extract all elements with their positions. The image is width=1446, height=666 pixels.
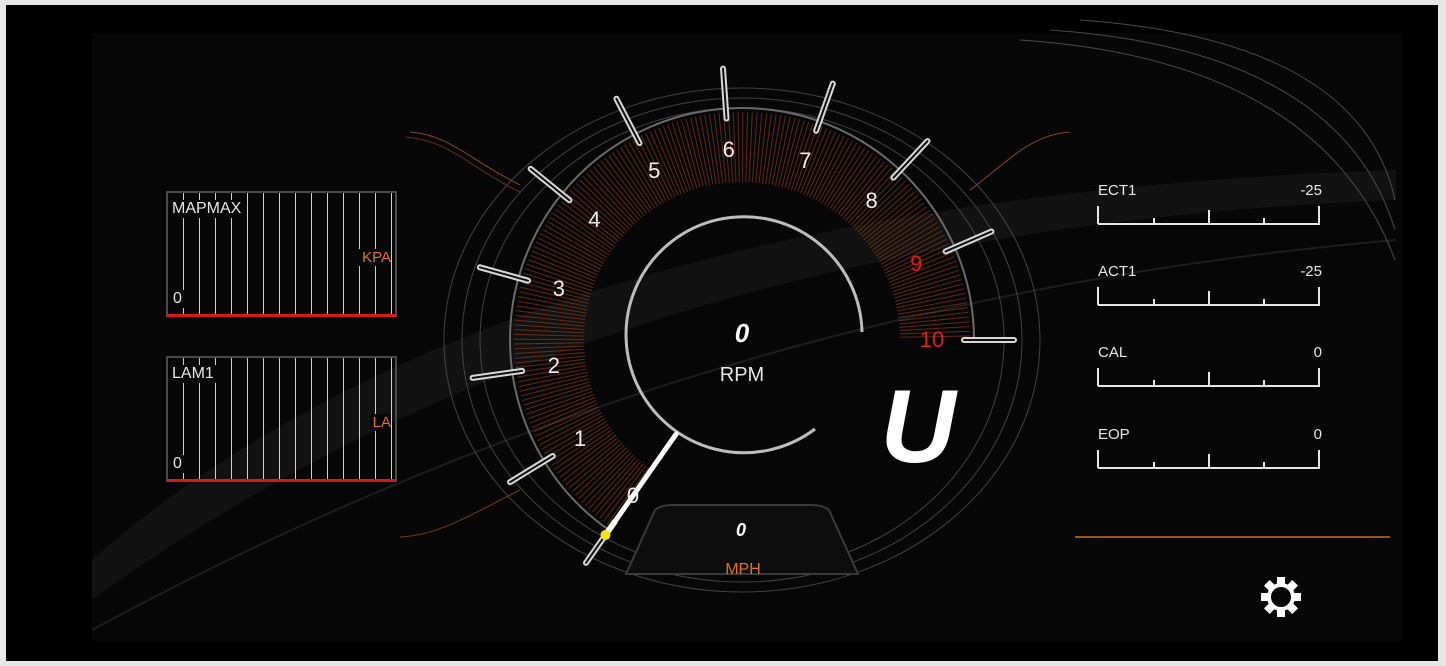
- sensor-eop: EOP 0: [1098, 426, 1322, 474]
- tach-tick-label: 1: [573, 426, 587, 452]
- tach-sweep-line: [815, 138, 849, 201]
- tach-sweep-line: [542, 229, 605, 264]
- tach-tick-label: 7: [799, 147, 812, 173]
- tach-sweep-line: [522, 381, 590, 402]
- bar-gauge-unit: LA: [369, 414, 391, 431]
- tach-sweep-line: [818, 140, 853, 203]
- tach-sweep-line: [758, 113, 768, 183]
- sensor-label: EOP: [1098, 426, 1130, 443]
- tach-sweep-line: [537, 237, 601, 270]
- rpm-value: 0: [734, 318, 750, 348]
- tach-tick-label: 0: [626, 482, 640, 508]
- bar-gauge-label: LAM1: [172, 365, 218, 383]
- sensor-value: 0: [1313, 426, 1322, 443]
- settings-button[interactable]: [1256, 572, 1306, 622]
- tach-sweep-line: [894, 278, 962, 299]
- sensor-value: -25: [1300, 263, 1322, 280]
- bar-gauge-mapmax: MAPMAX KPA 0: [166, 191, 397, 317]
- bar-gauge-lam1: LAM1 LA 0: [166, 356, 397, 482]
- tach-sweep-line: [540, 233, 603, 267]
- tach-sweep-line: [774, 117, 791, 186]
- tach-sweep-line: [685, 118, 704, 187]
- bar-gauge-label: MAPMAX: [172, 200, 246, 218]
- tach-tick-label: 9: [910, 251, 923, 277]
- tach-sweep-line: [745, 112, 749, 183]
- sensor-ect1: ECT1 -25: [1098, 182, 1322, 230]
- sensor-label: CAL: [1098, 344, 1128, 361]
- tach-tick-label: 6: [722, 137, 735, 163]
- tach-sweep-line: [520, 378, 589, 397]
- sensor-cal: CAL 0: [1098, 344, 1322, 392]
- bar-gauge-unit: KPA: [359, 249, 391, 266]
- tach-tick-label: 2: [547, 353, 560, 379]
- gear-icon: [1261, 577, 1301, 617]
- tach-major-tick-core: [615, 97, 641, 145]
- rpm-label: RPM: [719, 364, 765, 386]
- sensor-label: ACT1: [1098, 263, 1137, 280]
- bar-gauge-value: 0: [173, 455, 186, 473]
- tach-sweep-line: [748, 112, 753, 183]
- speed-value: 0: [735, 520, 746, 540]
- sensor-value: -25: [1300, 182, 1322, 199]
- bar-gauge-value: 0: [173, 290, 186, 308]
- speed-unit: MPH: [725, 561, 761, 578]
- tach-tick-label: 5: [648, 158, 661, 184]
- tach-tick-label: 8: [865, 188, 878, 214]
- tach-tick-label: 10: [919, 327, 945, 352]
- sensor-value: 0: [1313, 344, 1322, 361]
- sensor-act1: ACT1 -25: [1098, 263, 1322, 311]
- tach-tick-label: 4: [588, 207, 601, 233]
- tach-sweep-line: [680, 120, 701, 188]
- tach-tick-label: 3: [552, 276, 566, 302]
- sensor-label: ECT1: [1098, 182, 1137, 199]
- tach-sweep-line: [895, 283, 964, 302]
- tachometer: [469, 65, 1017, 566]
- gear-indicator: U: [880, 369, 956, 485]
- tach-needle-tip: [600, 529, 611, 540]
